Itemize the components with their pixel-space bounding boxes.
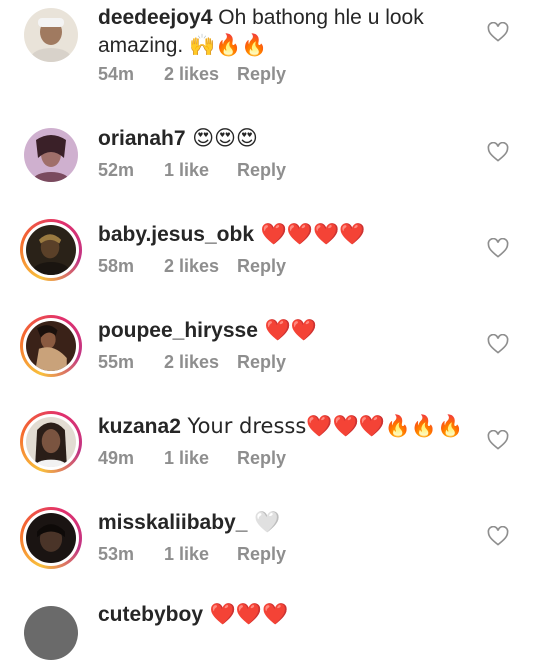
username[interactable]: deedeejoy4 xyxy=(98,6,212,29)
comment-text: Oh bathong hle u look xyxy=(212,6,424,29)
reply-button[interactable]: Reply xyxy=(237,160,286,181)
heart-outline-icon[interactable] xyxy=(487,334,509,354)
heart-outline-icon[interactable] xyxy=(487,238,509,258)
comment-text: ❤️❤️❤️❤️ xyxy=(254,222,366,246)
avatar[interactable] xyxy=(24,8,78,68)
comment-meta: 55m 2 likes Reply xyxy=(98,352,286,373)
comment-body: cutebyboy ❤️❤️❤️ xyxy=(98,600,478,629)
reply-button[interactable]: Reply xyxy=(237,352,286,373)
avatar[interactable] xyxy=(24,606,78,660)
comment-text: 🤍 xyxy=(247,510,281,534)
likes-count[interactable]: 2 likes xyxy=(164,352,237,373)
comment-text: ❤️❤️❤️ xyxy=(203,602,289,626)
avatar-image xyxy=(24,8,78,68)
comment-text: amazing. 🙌🔥🔥 xyxy=(98,34,268,57)
avatar-image xyxy=(24,128,78,188)
avatar-story-ring[interactable] xyxy=(20,315,82,377)
comment-body: kuzana2 Your dresss❤️❤️❤️🔥🔥🔥 xyxy=(98,412,478,441)
comment-text: ❤️❤️ xyxy=(257,318,317,342)
comment-body: deedeejoy4 Oh bathong hle u look amazing… xyxy=(98,4,478,60)
avatar-image xyxy=(26,321,76,371)
comment-meta: 54m 2 likes Reply xyxy=(98,64,286,85)
comment-body: poupee_hirysse ❤️❤️ xyxy=(98,316,478,345)
reply-button[interactable]: Reply xyxy=(237,256,286,277)
comment-text: Your dresss❤️❤️❤️🔥🔥🔥 xyxy=(180,414,464,438)
comment-body: baby.jesus_obk ❤️❤️❤️❤️ xyxy=(98,220,478,249)
likes-count[interactable]: 1 like xyxy=(164,544,237,565)
comment-body: orianah7 😍😍😍 xyxy=(98,124,478,153)
reply-button[interactable]: Reply xyxy=(237,64,286,85)
comment-meta: 49m 1 like Reply xyxy=(98,448,286,469)
comment-body: misskaliibaby_ 🤍 xyxy=(98,508,478,537)
heart-outline-icon[interactable] xyxy=(487,430,509,450)
heart-outline-icon[interactable] xyxy=(487,22,509,42)
timestamp: 58m xyxy=(98,256,135,276)
username[interactable]: orianah7 xyxy=(98,127,186,150)
likes-count[interactable]: 1 like xyxy=(164,448,237,469)
timestamp: 54m xyxy=(98,64,135,84)
timestamp: 49m xyxy=(98,448,135,468)
username[interactable]: poupee_hirysse xyxy=(98,319,258,342)
avatar-story-ring[interactable] xyxy=(20,219,82,281)
reply-button[interactable]: Reply xyxy=(237,448,286,469)
avatar[interactable] xyxy=(24,128,78,188)
likes-count[interactable]: 2 likes xyxy=(164,64,237,85)
likes-count[interactable]: 1 like xyxy=(164,160,237,181)
username[interactable]: cutebyboy xyxy=(98,603,203,626)
comment-meta: 52m 1 like Reply xyxy=(98,160,286,181)
heart-outline-icon[interactable] xyxy=(487,526,509,546)
username[interactable]: misskaliibaby_ xyxy=(98,511,247,534)
avatar-story-ring[interactable] xyxy=(20,411,82,475)
timestamp: 52m xyxy=(98,160,135,180)
avatar-image xyxy=(26,417,76,475)
comment-meta: 58m 2 likes Reply xyxy=(98,256,286,277)
username[interactable]: baby.jesus_obk xyxy=(98,223,254,246)
avatar-image xyxy=(26,225,76,281)
timestamp: 55m xyxy=(98,352,135,372)
comment-meta: 53m 1 like Reply xyxy=(98,544,286,565)
username[interactable]: kuzana2 xyxy=(98,415,181,438)
comment-text: 😍😍😍 xyxy=(185,126,258,150)
timestamp: 53m xyxy=(98,544,135,564)
avatar-story-ring[interactable] xyxy=(20,507,82,569)
avatar-image xyxy=(26,513,76,563)
heart-outline-icon[interactable] xyxy=(487,142,509,162)
likes-count[interactable]: 2 likes xyxy=(164,256,237,277)
avatar-image xyxy=(24,606,78,660)
reply-button[interactable]: Reply xyxy=(237,544,286,565)
